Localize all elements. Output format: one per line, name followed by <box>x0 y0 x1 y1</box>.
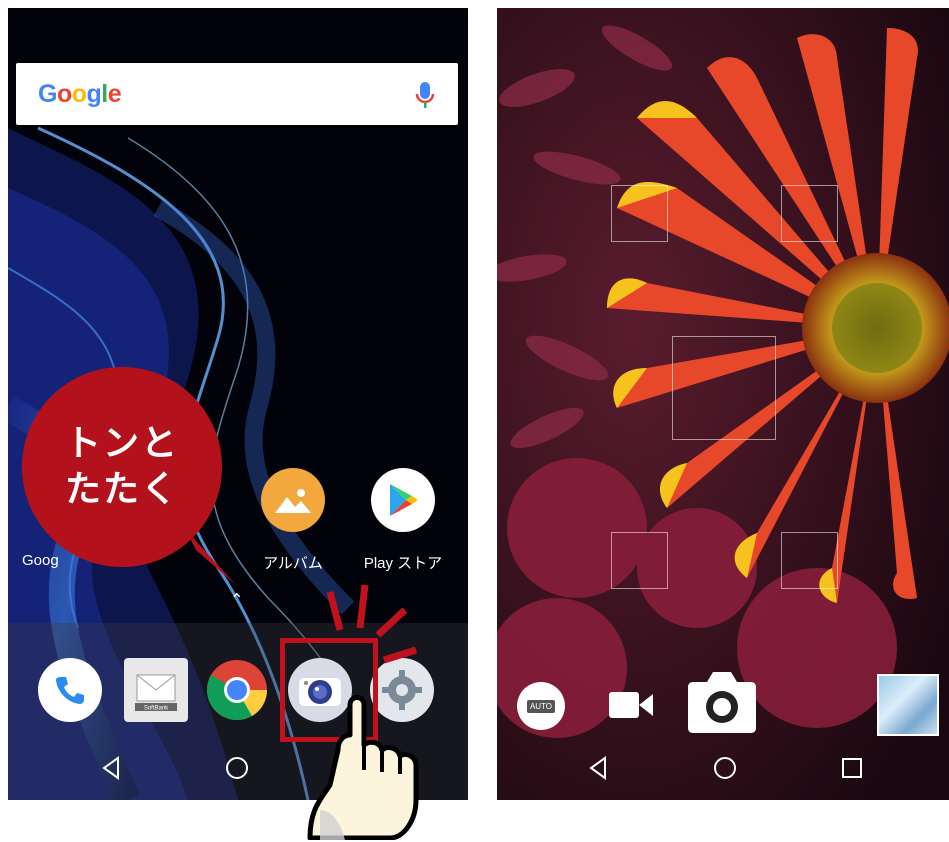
video-icon[interactable] <box>609 690 653 720</box>
chrome-icon[interactable] <box>205 658 269 722</box>
home-icon[interactable] <box>226 757 248 779</box>
gallery-thumbnail[interactable] <box>877 674 939 736</box>
album-icon[interactable] <box>261 468 325 532</box>
focus-point-bottom-right <box>781 532 838 589</box>
shutter-icon[interactable] <box>687 670 757 734</box>
mic-icon[interactable] <box>414 80 436 110</box>
recents-icon[interactable] <box>842 758 862 778</box>
focus-point-top-right <box>781 185 838 242</box>
back-icon[interactable] <box>102 756 119 780</box>
back-icon[interactable] <box>589 756 606 780</box>
app-label-album: アルバム <box>263 555 323 572</box>
pointing-hand-icon <box>307 695 419 840</box>
softbank-caption: SoftBank <box>144 706 169 712</box>
app-drawer-caret-icon[interactable]: ⌃ <box>230 590 243 609</box>
callout-line1: トンと <box>64 423 179 464</box>
tap-burst-marks <box>326 584 418 664</box>
camera-screen: AUTO <box>497 8 949 800</box>
mail-icon[interactable]: SoftBank <box>124 658 188 722</box>
focus-point-center <box>672 336 776 440</box>
app-label-play-store: Play ストア <box>363 555 443 572</box>
google-search-bar[interactable]: Google <box>16 63 458 125</box>
callout-tail <box>186 530 236 585</box>
auto-mode-button[interactable]: AUTO <box>517 682 565 730</box>
play-store-icon[interactable] <box>371 468 435 532</box>
camera-nav-bar <box>589 756 862 780</box>
tap-callout: トンと たたく <box>22 367 222 567</box>
google-logo: Google <box>38 79 122 108</box>
focus-point-top-left <box>611 185 668 242</box>
callout-line2: たたく <box>64 469 179 510</box>
auto-mode-label: AUTO <box>526 699 556 713</box>
home-icon[interactable] <box>714 757 736 779</box>
camera-controls: AUTO <box>497 658 949 738</box>
focus-point-bottom-left <box>611 532 668 589</box>
phone-icon[interactable] <box>38 658 102 722</box>
